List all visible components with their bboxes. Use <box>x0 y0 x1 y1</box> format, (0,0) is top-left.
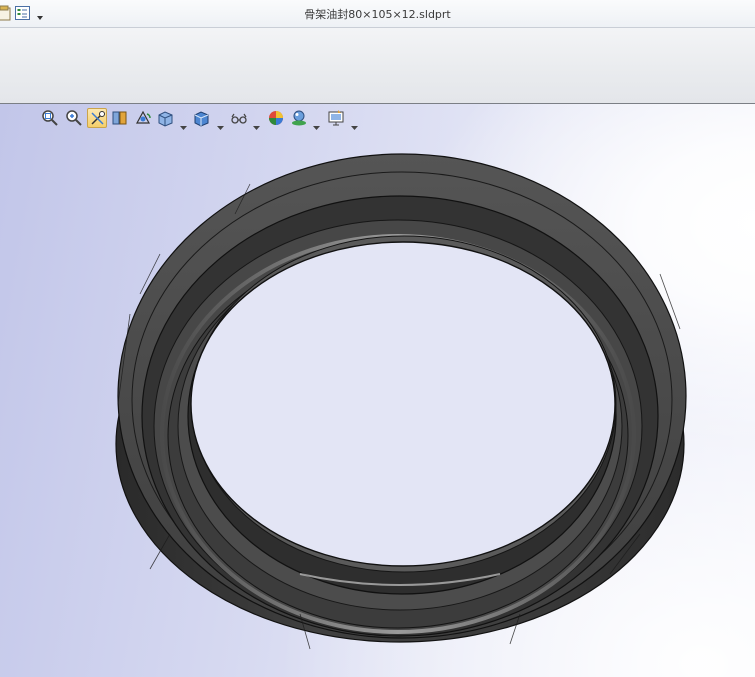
window-title: 骨架油封80×105×12.sldprt <box>304 8 451 21</box>
chevron-down-icon[interactable] <box>253 116 260 130</box>
apply-scene-icon[interactable] <box>289 108 309 128</box>
chevron-down-icon[interactable] <box>351 116 358 130</box>
oil-seal-model[interactable] <box>0 104 755 677</box>
edit-appearance-icon[interactable] <box>266 108 286 128</box>
section-view-icon[interactable] <box>110 108 130 128</box>
zoom-to-area-icon[interactable] <box>64 108 84 128</box>
zoom-to-fit-icon[interactable] <box>40 108 60 128</box>
view-type-icon[interactable] <box>229 108 249 128</box>
title-bar: 骨架油封80×105×12.sldprt <box>0 0 755 28</box>
chevron-down-icon[interactable] <box>217 116 224 130</box>
chevron-down-icon[interactable] <box>180 116 187 130</box>
hide-show-items-icon[interactable] <box>192 108 212 128</box>
command-manager <box>0 28 755 104</box>
view-orientation-icon[interactable] <box>133 108 153 128</box>
view-settings-icon[interactable] <box>326 108 346 128</box>
previous-view-icon[interactable] <box>87 108 107 128</box>
display-style-icon[interactable] <box>156 108 176 128</box>
chevron-down-icon[interactable] <box>313 116 320 130</box>
